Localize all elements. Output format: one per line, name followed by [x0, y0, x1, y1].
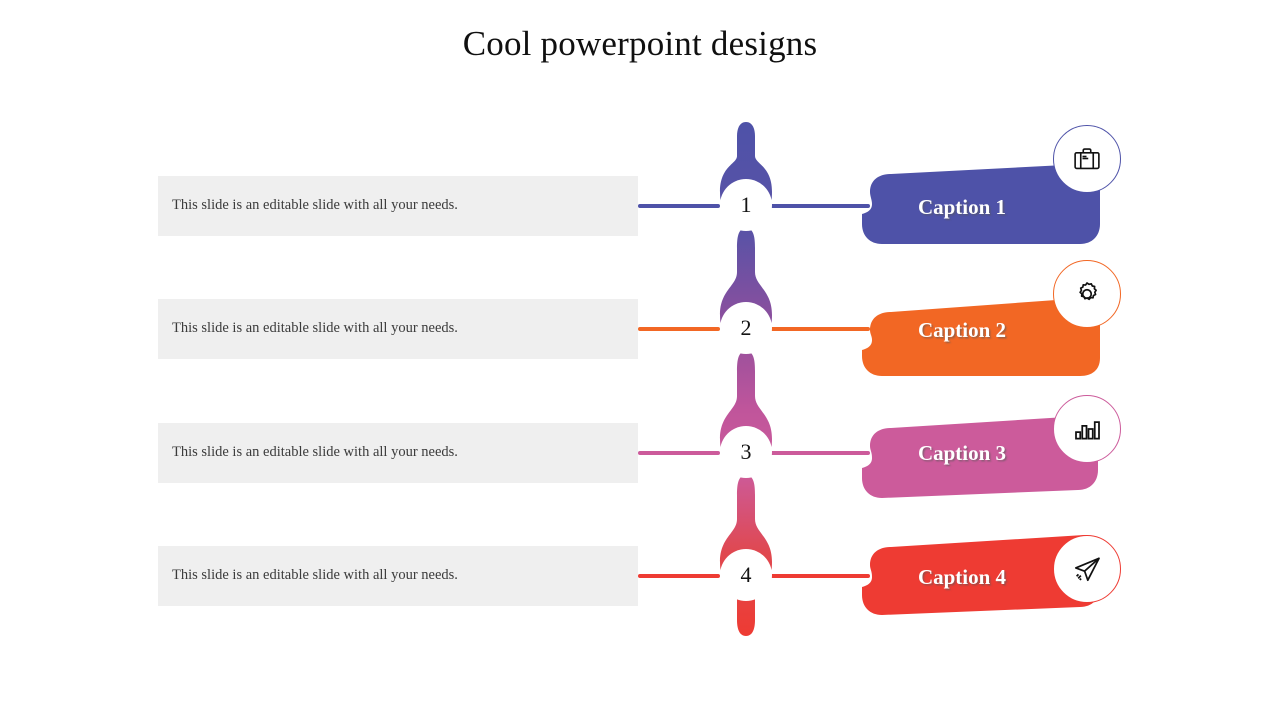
page-title: Cool powerpoint designs — [462, 24, 818, 63]
description-text-1: This slide is an editable slide with all… — [172, 197, 458, 214]
icon-badge-4[interactable] — [1053, 535, 1121, 603]
step-number-text-4: 4 — [740, 562, 752, 587]
description-box-1: This slide is an editable slide with all… — [158, 176, 638, 236]
bar-chart-icon — [1072, 414, 1102, 444]
caption-label-1: Caption 1 — [917, 195, 1007, 219]
step-number-text-1: 1 — [740, 192, 752, 217]
icon-badge-2[interactable] — [1053, 260, 1121, 328]
left-connector-2 — [638, 327, 720, 331]
caption-label-3: Caption 3 — [917, 441, 1007, 465]
icon-badge-3[interactable] — [1053, 395, 1121, 463]
step-number-2[interactable]: 2 — [720, 302, 772, 354]
step-number-3[interactable]: 3 — [720, 426, 772, 478]
left-connector-4 — [638, 574, 720, 578]
description-box-4: This slide is an editable slide with all… — [158, 546, 638, 606]
gear-icon — [1072, 279, 1102, 309]
description-text-4: This slide is an editable slide with all… — [172, 567, 458, 584]
left-connector-1 — [638, 204, 720, 208]
paper-plane-icon — [1071, 553, 1103, 585]
caption-label-2: Caption 2 — [917, 318, 1007, 342]
step-number-1[interactable]: 1 — [720, 179, 772, 231]
step-number-4[interactable]: 4 — [720, 549, 772, 601]
caption-label-4: Caption 4 — [917, 565, 1007, 589]
step-number-text-2: 2 — [740, 315, 752, 340]
description-box-2: This slide is an editable slide with all… — [158, 299, 638, 359]
icon-badge-1[interactable] — [1053, 125, 1121, 193]
description-box-3: This slide is an editable slide with all… — [158, 423, 638, 483]
briefcase-icon — [1072, 144, 1102, 174]
description-text-3: This slide is an editable slide with all… — [172, 444, 458, 461]
left-connector-3 — [638, 451, 720, 455]
slide-canvas: Cool powerpoint designs This slide is an… — [0, 0, 1280, 720]
description-text-2: This slide is an editable slide with all… — [172, 320, 458, 337]
step-number-text-3: 3 — [740, 439, 752, 464]
